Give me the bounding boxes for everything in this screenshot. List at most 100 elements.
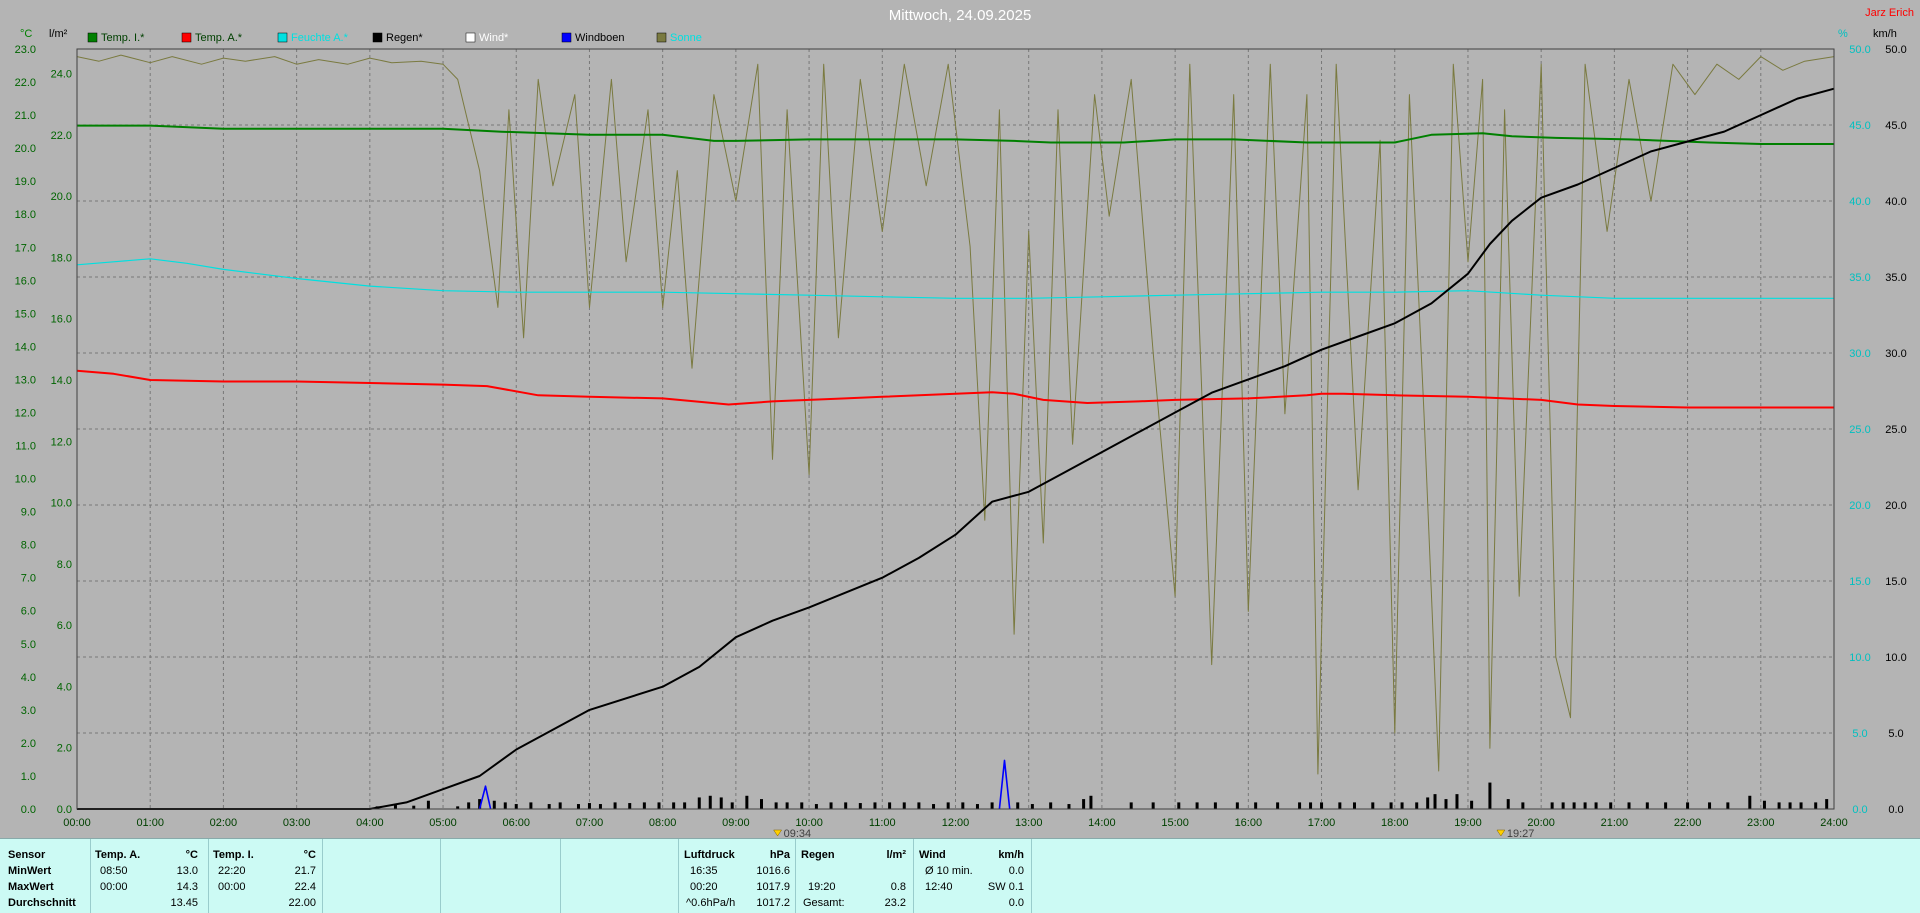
rain-bar bbox=[697, 797, 701, 809]
temp-unit-label: °C bbox=[20, 28, 32, 40]
rain-axis-tick: 3.0 bbox=[21, 705, 36, 717]
weather-chart: 0.0 1.0 2.0 3.0 4.0 5.0 6.0 7.0 8.0 9.0 10.0 11.0 12… bbox=[15, 7, 1914, 838]
divider bbox=[90, 839, 91, 913]
rain-bar bbox=[1309, 802, 1313, 809]
pressure-max-value: 1017.9 bbox=[756, 881, 790, 893]
rain-axis-tick: 22.0 bbox=[15, 77, 36, 89]
temp-axis-tick: 6.0 bbox=[57, 620, 72, 632]
rain-bar bbox=[1814, 802, 1818, 809]
divider bbox=[440, 839, 441, 913]
rain-axis-tick: 23.0 bbox=[15, 44, 36, 56]
rain-bar bbox=[1686, 802, 1690, 809]
legend-swatch bbox=[656, 32, 667, 43]
summary-panel: Sensor MinWert MaxWert Durchschnitt Temp… bbox=[0, 838, 1920, 913]
legend-label: Feuchte A.* bbox=[291, 32, 349, 44]
rain-bar bbox=[730, 802, 734, 809]
right-axis-tick-b: 10.0 bbox=[1885, 652, 1906, 664]
right-axis-tick-b: 50.0 bbox=[1885, 44, 1906, 56]
rain-bar bbox=[1195, 802, 1199, 809]
rain-bar bbox=[814, 804, 818, 809]
x-axis-tick: 00:00 bbox=[63, 817, 91, 829]
temp-out-header: Temp. A. bbox=[95, 849, 141, 861]
temp-in-max-value: 22.4 bbox=[294, 881, 316, 893]
temp-axis-tick: 2.0 bbox=[57, 743, 72, 755]
divider bbox=[678, 839, 679, 913]
rain-bar bbox=[514, 804, 518, 809]
x-axis-tick: 07:00 bbox=[576, 817, 604, 829]
rain-axis-tick: 1.0 bbox=[21, 771, 36, 783]
rain-bar bbox=[1572, 802, 1576, 809]
x-axis-tick: 16:00 bbox=[1235, 817, 1263, 829]
temp-out-max-time: 00:00 bbox=[100, 881, 128, 893]
pressure-min-time: 16:35 bbox=[690, 865, 718, 877]
rain-total-value: 23.2 bbox=[884, 897, 906, 909]
right-axis-tick-a: 0.0 bbox=[1852, 804, 1867, 816]
rain-bar bbox=[708, 795, 712, 809]
right-axis-tick-b: 45.0 bbox=[1885, 120, 1906, 132]
legend-label: Regen* bbox=[386, 32, 423, 44]
rain-bar bbox=[683, 802, 687, 809]
legend-swatch bbox=[372, 32, 383, 43]
temp-axis-tick: 16.0 bbox=[51, 314, 72, 326]
rain-bar bbox=[1762, 800, 1766, 809]
legend-label: Wind* bbox=[479, 32, 509, 44]
x-axis-tick: 11:00 bbox=[869, 817, 896, 829]
right-axis-tick-a: 50.0 bbox=[1849, 44, 1870, 56]
rain-bar bbox=[628, 803, 632, 809]
rain-bar bbox=[844, 802, 848, 809]
rain-axis-tick: 7.0 bbox=[21, 573, 36, 585]
rain-axis-tick: 10.0 bbox=[15, 474, 36, 486]
rain-bar bbox=[492, 800, 496, 809]
wind-avg-value: 0.0 bbox=[1008, 865, 1024, 877]
right-axis-tick-a: 10.0 bbox=[1849, 652, 1870, 664]
x-axis-tick: 08:00 bbox=[649, 817, 677, 829]
pressure-unit: hPa bbox=[769, 849, 790, 861]
divider bbox=[913, 839, 914, 913]
rain-axis-tick: 18.0 bbox=[15, 209, 36, 221]
rain-bar bbox=[1352, 802, 1356, 809]
humidity-unit-label: % bbox=[1838, 28, 1848, 40]
rain-bar bbox=[774, 802, 778, 809]
rain-bar bbox=[1470, 800, 1474, 809]
legend-label: Temp. A.* bbox=[195, 32, 243, 44]
rain-axis-tick: 6.0 bbox=[21, 606, 36, 618]
rain-bar bbox=[873, 802, 877, 809]
rain-max-value: 0.8 bbox=[890, 881, 906, 893]
rain-axis-tick: 11.0 bbox=[15, 441, 36, 453]
rain-axis-tick: 14.0 bbox=[15, 341, 36, 353]
right-axis-tick-b: 40.0 bbox=[1885, 196, 1906, 208]
temp-in-header: Temp. I. bbox=[213, 849, 254, 861]
right-axis-tick-b: 30.0 bbox=[1885, 348, 1906, 360]
temp-in-max-time: 00:00 bbox=[218, 881, 246, 893]
rain-bar bbox=[1645, 802, 1649, 809]
x-axis-tick: 06:00 bbox=[502, 817, 530, 829]
rain-axis-tick: 16.0 bbox=[15, 275, 36, 287]
rain-bar bbox=[1788, 802, 1792, 809]
rain-bar bbox=[932, 804, 936, 809]
temp-out-min-value: 13.0 bbox=[176, 865, 198, 877]
rain-axis-tick: 0.0 bbox=[21, 804, 36, 816]
rain-bar bbox=[745, 795, 749, 809]
wind-day-avg-value: 0.0 bbox=[1008, 897, 1024, 909]
x-axis-tick: 18:00 bbox=[1381, 817, 1409, 829]
right-axis-tick-a: 25.0 bbox=[1849, 424, 1870, 436]
marker-arrow-icon bbox=[773, 829, 783, 837]
rain-bar bbox=[1276, 802, 1280, 809]
divider bbox=[795, 839, 796, 913]
right-axis-tick-b: 20.0 bbox=[1885, 500, 1906, 512]
marker-time-label: 19:27 bbox=[1507, 828, 1535, 838]
rain-bar bbox=[1550, 802, 1554, 809]
rain-axis-tick: 12.0 bbox=[15, 407, 36, 419]
legend-label: Temp. I.* bbox=[101, 32, 145, 44]
rain-bar bbox=[1748, 795, 1752, 809]
rain-axis-tick: 2.0 bbox=[21, 738, 36, 750]
rain-axis-tick: 20.0 bbox=[15, 143, 36, 155]
rain-bar bbox=[1067, 804, 1071, 809]
rain-bar bbox=[1016, 802, 1020, 809]
time-markers: 09:34 19:27 bbox=[773, 828, 1535, 838]
pressure-min-value: 1016.6 bbox=[756, 865, 790, 877]
rain-bar bbox=[1389, 802, 1393, 809]
rain-bar bbox=[642, 802, 646, 809]
rain-bar bbox=[1298, 802, 1302, 809]
x-axis: 00:00 01:00 02:00 03:00 04:00 05:00 06:00 07:00… bbox=[63, 817, 1848, 829]
